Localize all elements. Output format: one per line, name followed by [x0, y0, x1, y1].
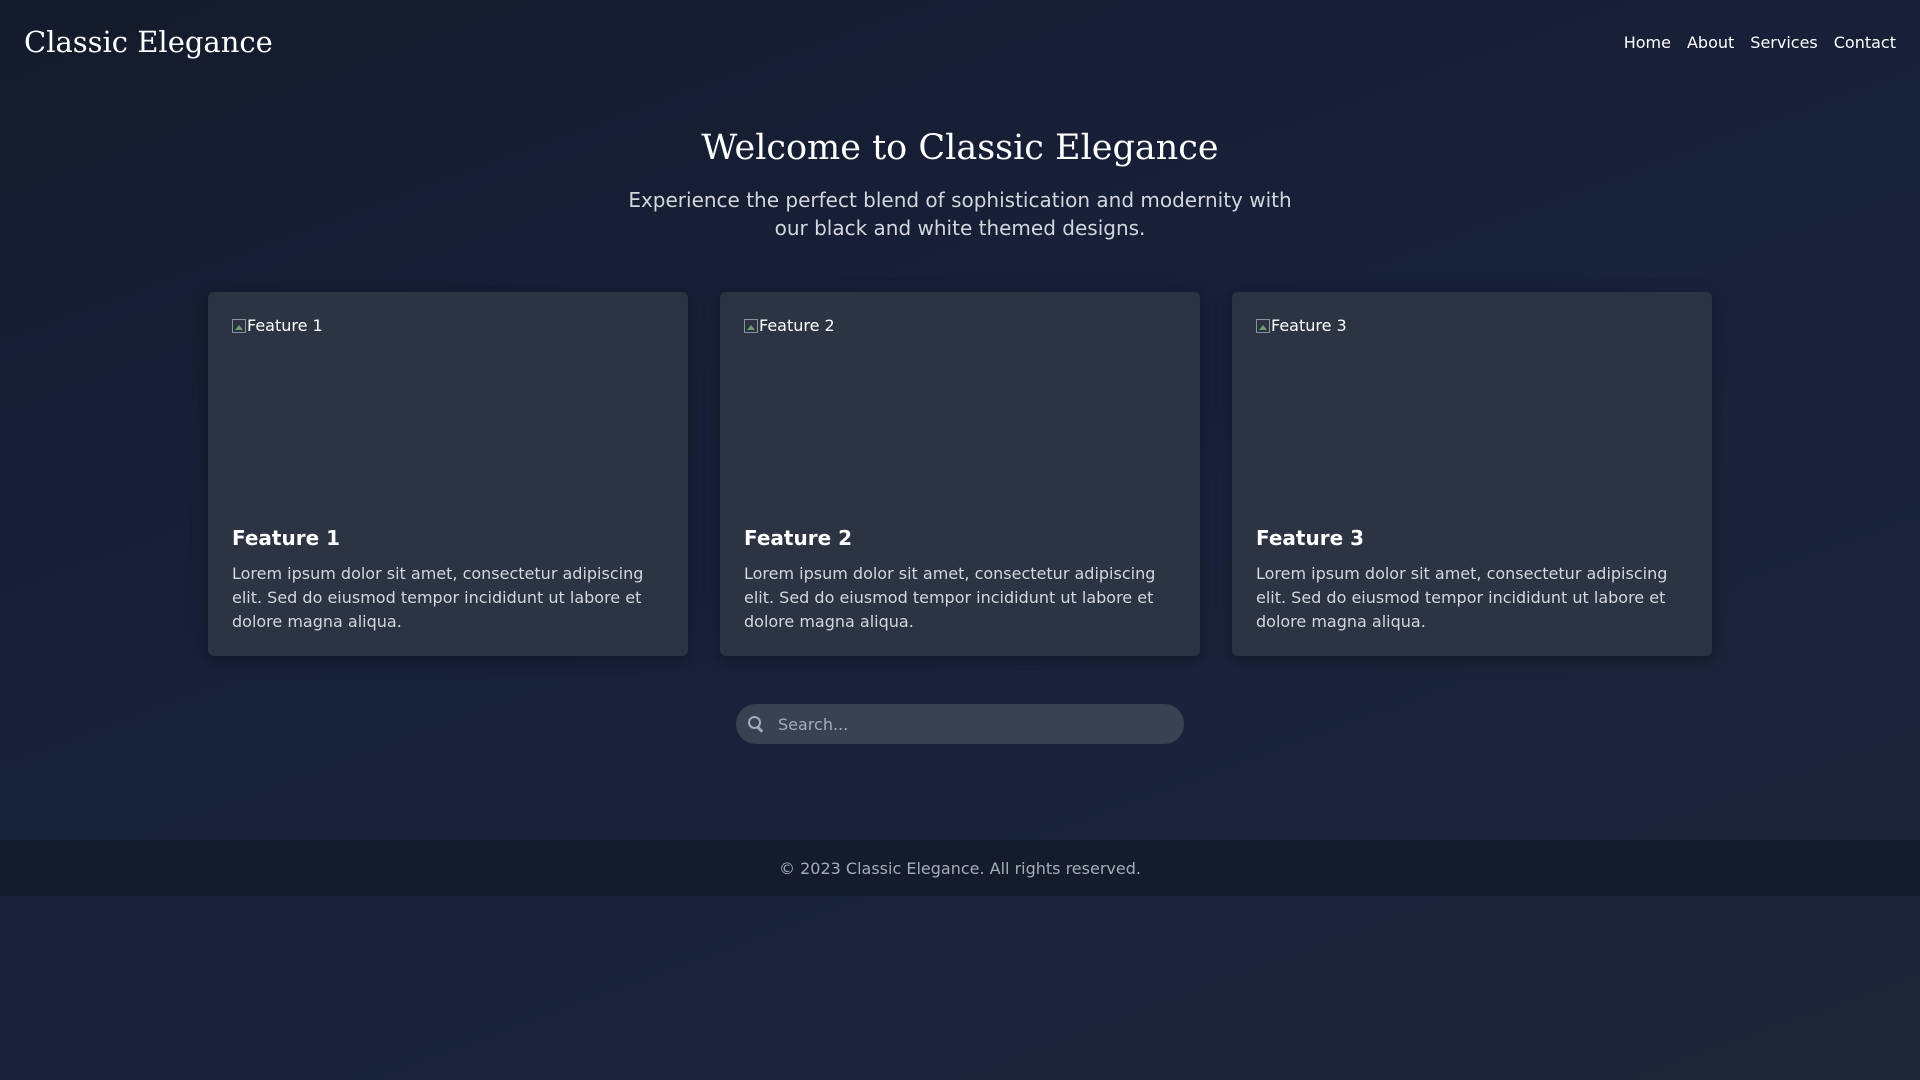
nav-link-home[interactable]: Home	[1624, 33, 1671, 52]
footer-copyright: © 2023 Classic Elegance. All rights rese…	[779, 858, 1141, 878]
feature-card-2: Feature 2 Feature 2 Lorem ipsum dolor si…	[720, 292, 1200, 656]
broken-image-icon	[744, 319, 758, 333]
site-footer: © 2023 Classic Elegance. All rights rese…	[0, 840, 1920, 896]
feature-description: Lorem ipsum dolor sit amet, consectetur …	[232, 564, 644, 631]
broken-image-icon	[1256, 319, 1270, 333]
site-logo[interactable]: Classic Elegance	[24, 25, 273, 59]
feature-image-alt: Feature 1	[247, 316, 323, 335]
search-input[interactable]	[778, 704, 1184, 744]
feature-title: Feature 3	[1256, 526, 1365, 550]
feature-cards: Feature 1 Feature 1 Lorem ipsum dolor si…	[208, 292, 1712, 656]
nav-link-services[interactable]: Services	[1750, 33, 1817, 52]
broken-image-icon	[232, 319, 246, 333]
feature-image-alt: Feature 2	[759, 316, 835, 335]
search-icon	[748, 716, 764, 732]
feature-image-alt: Feature 3	[1271, 316, 1347, 335]
feature-title: Feature 1	[232, 526, 341, 550]
site-header: Classic Elegance Home About Services Con…	[0, 0, 1920, 84]
feature-card-1: Feature 1 Feature 1 Lorem ipsum dolor si…	[208, 292, 688, 656]
main-nav: Home About Services Contact	[1624, 33, 1896, 52]
feature-image-3: Feature 3	[1256, 316, 1688, 496]
feature-image-2: Feature 2	[744, 316, 1176, 496]
feature-description: Lorem ipsum dolor sit amet, consectetur …	[1256, 564, 1668, 631]
feature-card-3: Feature 3 Feature 3 Lorem ipsum dolor si…	[1232, 292, 1712, 656]
hero-title: Welcome to Classic Elegance	[701, 128, 1219, 168]
feature-description: Lorem ipsum dolor sit amet, consectetur …	[744, 564, 1156, 631]
hero-section: Welcome to Classic Elegance Experience t…	[0, 128, 1920, 242]
search-bar	[736, 704, 1184, 744]
hero-subtitle: Experience the perfect blend of sophisti…	[628, 188, 1292, 240]
feature-image-1: Feature 1	[232, 316, 664, 496]
nav-link-contact[interactable]: Contact	[1834, 33, 1896, 52]
feature-title: Feature 2	[744, 526, 853, 550]
nav-link-about[interactable]: About	[1687, 33, 1734, 52]
